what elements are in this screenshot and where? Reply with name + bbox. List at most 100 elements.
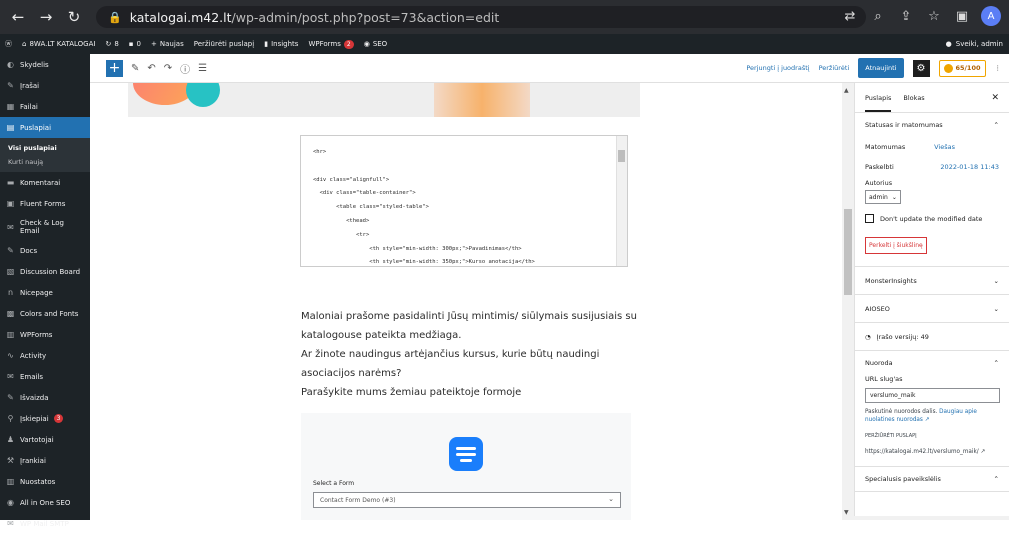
close-icon[interactable]: ✕: [991, 93, 999, 103]
update-button[interactable]: Atnaujinti: [858, 58, 904, 78]
updates-link[interactable]: ↻ 8: [100, 40, 123, 48]
scroll-up-icon[interactable]: ▲: [844, 87, 849, 94]
comments-link[interactable]: ▪ 0: [124, 40, 146, 48]
browser-nav: ← → ↻: [6, 5, 86, 29]
sidebar-item-nicepage[interactable]: n Nicepage: [0, 282, 90, 303]
move-to-trash-button[interactable]: Perkelti į šiukšlinę: [865, 237, 927, 254]
users-icon: ♟: [6, 435, 15, 444]
featured-image-header[interactable]: Specialusis paveikslėlis ⌃: [865, 467, 999, 491]
sidebar-item-check-log-email[interactable]: ✉ Check & Log Email: [0, 214, 90, 240]
sidebar-item-label: Puslapiai: [20, 123, 52, 132]
sidebar-item-discussion-board[interactable]: ▧ Discussion Board: [0, 261, 90, 282]
sidebar-item-įrašai[interactable]: ✎ Įrašai: [0, 75, 90, 96]
sidebar-item-išvaizda[interactable]: ✎ Išvaizda: [0, 387, 90, 408]
modified-date-checkbox[interactable]: Don't update the modified date: [865, 214, 999, 223]
sidebar-item-wp-mail-smtp[interactable]: ✉ WP Mail SMTP: [0, 513, 90, 534]
sidebar-item-emails[interactable]: ✉ Emails: [0, 366, 90, 387]
form-block[interactable]: Select a Form Contact Form Demo (#3) ⌄: [301, 413, 631, 520]
profile-avatar[interactable]: A: [981, 6, 1001, 26]
insights-link[interactable]: ▮ Insights: [259, 40, 303, 48]
sidebar-item-docs[interactable]: ✎ Docs: [0, 240, 90, 261]
tab-block[interactable]: Blokas: [903, 94, 924, 102]
nicepage-icon: n: [7, 288, 14, 297]
sidebar-item-komentarai[interactable]: ▬ Komentarai: [0, 172, 90, 193]
new-content-link[interactable]: + Naujas: [146, 40, 189, 48]
code-line: <th style="min-width: 300px;">Pavadinima…: [313, 245, 522, 252]
visibility-link[interactable]: Viešas: [934, 143, 955, 151]
wpforms-link[interactable]: WPForms 2: [303, 39, 358, 49]
share-icon[interactable]: ⇪: [897, 9, 915, 24]
sidebar-item-puslapiai[interactable]: ▤ Puslapiai: [0, 117, 90, 138]
editor-scrollbar[interactable]: ▲ ▼: [842, 83, 854, 520]
settings-panel: Puslapis Blokas ✕ Statusas ir matomumas ⌃…: [854, 83, 1009, 520]
sidebar-item-label: Komentarai: [20, 178, 61, 187]
list-view-icon[interactable]: ☰: [198, 63, 207, 74]
reload-icon[interactable]: ↻: [62, 5, 86, 29]
chevron-down-icon: ⌄: [891, 193, 897, 201]
publish-date-link[interactable]: 2022-01-18 11:43: [940, 163, 999, 171]
home-icon: ⌂: [22, 40, 27, 48]
preview-button[interactable]: Peržiūrėti: [819, 64, 850, 72]
info-icon[interactable]: ⓘ: [180, 61, 190, 76]
translate-icon[interactable]: ⇄: [841, 9, 859, 24]
chevron-down-icon: ⌄: [993, 304, 999, 313]
wp-logo-icon[interactable]: ⓦ: [0, 39, 17, 49]
undo-icon[interactable]: ↶: [147, 63, 155, 74]
url-host: katalogai.m42.lt: [129, 9, 232, 25]
code-scroll-thumb[interactable]: [618, 150, 625, 162]
paragraph[interactable]: Parašykite mums žemiau pateiktoje formoj…: [301, 383, 641, 402]
sidebar-item-vartotojai[interactable]: ♟ Vartotojai: [0, 429, 90, 450]
sidebar-item-failai[interactable]: ▦ Failai: [0, 96, 90, 117]
pencil-icon[interactable]: ✎: [131, 63, 139, 74]
submenu-item[interactable]: Kurti naują: [0, 155, 90, 169]
tools-icon: ⚒: [6, 456, 15, 465]
permalink-header[interactable]: Nuoroda ⌃: [865, 351, 999, 375]
window-icon[interactable]: ▣: [953, 9, 971, 24]
forward-icon[interactable]: →: [34, 5, 58, 29]
horizontal-scrollbar[interactable]: [854, 516, 1009, 520]
sidebar-item-label: Vartotojai: [20, 435, 54, 444]
address-bar[interactable]: 🔒 katalogai.m42.lt/wp-admin/post.php?pos…: [96, 6, 866, 28]
sidebar-item-skydelis[interactable]: ◐ Skydelis: [0, 54, 90, 75]
sidebar-item-activity[interactable]: ∿ Activity: [0, 345, 90, 366]
sidebar-item-colors-and-fonts[interactable]: ▩ Colors and Fonts: [0, 303, 90, 324]
aioseo-header[interactable]: AIOSEO ⌄: [865, 295, 999, 322]
scroll-down-icon[interactable]: ▼: [844, 509, 849, 516]
paragraph[interactable]: Ar žinote naudingus artėjančius kursus, …: [301, 345, 641, 383]
status-header[interactable]: Statusas ir matomumas ⌃: [865, 113, 999, 137]
account-menu[interactable]: ● Sveiki, admin: [946, 40, 1003, 48]
back-icon[interactable]: ←: [6, 5, 30, 29]
sidebar-item-fluent-forms[interactable]: ▣ Fluent Forms: [0, 193, 90, 214]
sidebar-item-nuostatos[interactable]: ▥ Nuostatos: [0, 471, 90, 492]
author-select[interactable]: admin ⌄: [865, 190, 901, 204]
view-page-link[interactable]: Peržiūrėti puslapį: [189, 40, 259, 48]
sidebar-item-label: Activity: [20, 351, 47, 360]
add-block-button[interactable]: +: [106, 59, 123, 77]
tab-page[interactable]: Puslapis: [865, 84, 892, 112]
site-name-link[interactable]: ⌂ 8WA.LT KATALOGAI: [17, 40, 100, 48]
zoom-icon[interactable]: ⌕: [869, 9, 887, 24]
settings-gear-icon[interactable]: ⚙: [912, 59, 930, 77]
paragraph[interactable]: Maloniai prašome pasidalinti Jūsų mintim…: [301, 307, 641, 345]
sidebar-item-įrankiai[interactable]: ⚒ Įrankiai: [0, 450, 90, 471]
html-code-block[interactable]: <hr> <div class="alignfull"> <div class="…: [300, 135, 628, 267]
redo-icon[interactable]: ↷: [164, 63, 172, 74]
content-text[interactable]: Maloniai prašome pasidalinti Jūsų mintim…: [301, 307, 641, 402]
form-select[interactable]: Contact Form Demo (#3) ⌄: [313, 492, 621, 508]
switch-to-draft-button[interactable]: Perjungti į juodraštį: [746, 64, 809, 72]
bookmark-star-icon[interactable]: ☆: [925, 9, 943, 24]
seo-score-button[interactable]: 65/100: [938, 59, 986, 77]
sidebar-item-wpforms[interactable]: ▥ WPForms: [0, 324, 90, 345]
submenu-item[interactable]: Visi puslapiai: [0, 141, 90, 155]
page-url-link[interactable]: https://katalogai.m42.lt/verslumo_maik/ …: [865, 448, 999, 456]
monsterinsights-header[interactable]: MonsterInsights ⌄: [865, 267, 999, 294]
sidebar-item-all-in-one-seo[interactable]: ◉ All in One SEO: [0, 492, 90, 513]
code-scrollbar[interactable]: [616, 136, 627, 266]
seo-link[interactable]: ◉ SEO: [359, 40, 393, 48]
scroll-thumb[interactable]: [844, 209, 852, 295]
more-options-icon[interactable]: ⋮: [995, 64, 1002, 72]
sidebar-item-įskiepiai[interactable]: ⚲ Įskiepiai 3: [0, 408, 90, 429]
revisions-section[interactable]: ◔ Įrašo versijų: 49: [855, 323, 1009, 351]
url-slug-input[interactable]: verslumo_maik: [865, 388, 1000, 403]
checkbox[interactable]: [865, 214, 874, 223]
